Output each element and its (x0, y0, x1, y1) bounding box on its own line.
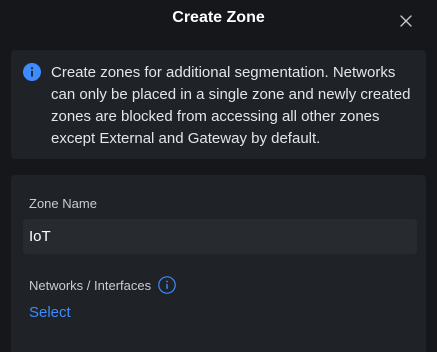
zone-name-input[interactable] (23, 219, 417, 254)
networks-interfaces-label: Networks / Interfaces (29, 277, 152, 293)
info-banner-text: Create zones for additional segmentation… (51, 64, 411, 147)
networks-interfaces-row: Networks / Interfaces (29, 276, 176, 294)
networks-select-link[interactable]: Select (29, 304, 71, 321)
close-icon (400, 15, 412, 27)
info-banner: Create zones for additional segmentation… (11, 50, 426, 159)
info-outline-icon[interactable] (158, 276, 176, 294)
close-button[interactable] (399, 14, 413, 28)
info-icon (23, 63, 41, 81)
zone-form: Zone Name Networks / Interfaces Select (11, 175, 426, 352)
create-zone-dialog: Create Zone Create zones for additional … (0, 0, 437, 352)
zone-name-label: Zone Name (29, 196, 97, 211)
dialog-title: Create Zone (172, 9, 265, 26)
dialog-header: Create Zone (0, 0, 437, 50)
